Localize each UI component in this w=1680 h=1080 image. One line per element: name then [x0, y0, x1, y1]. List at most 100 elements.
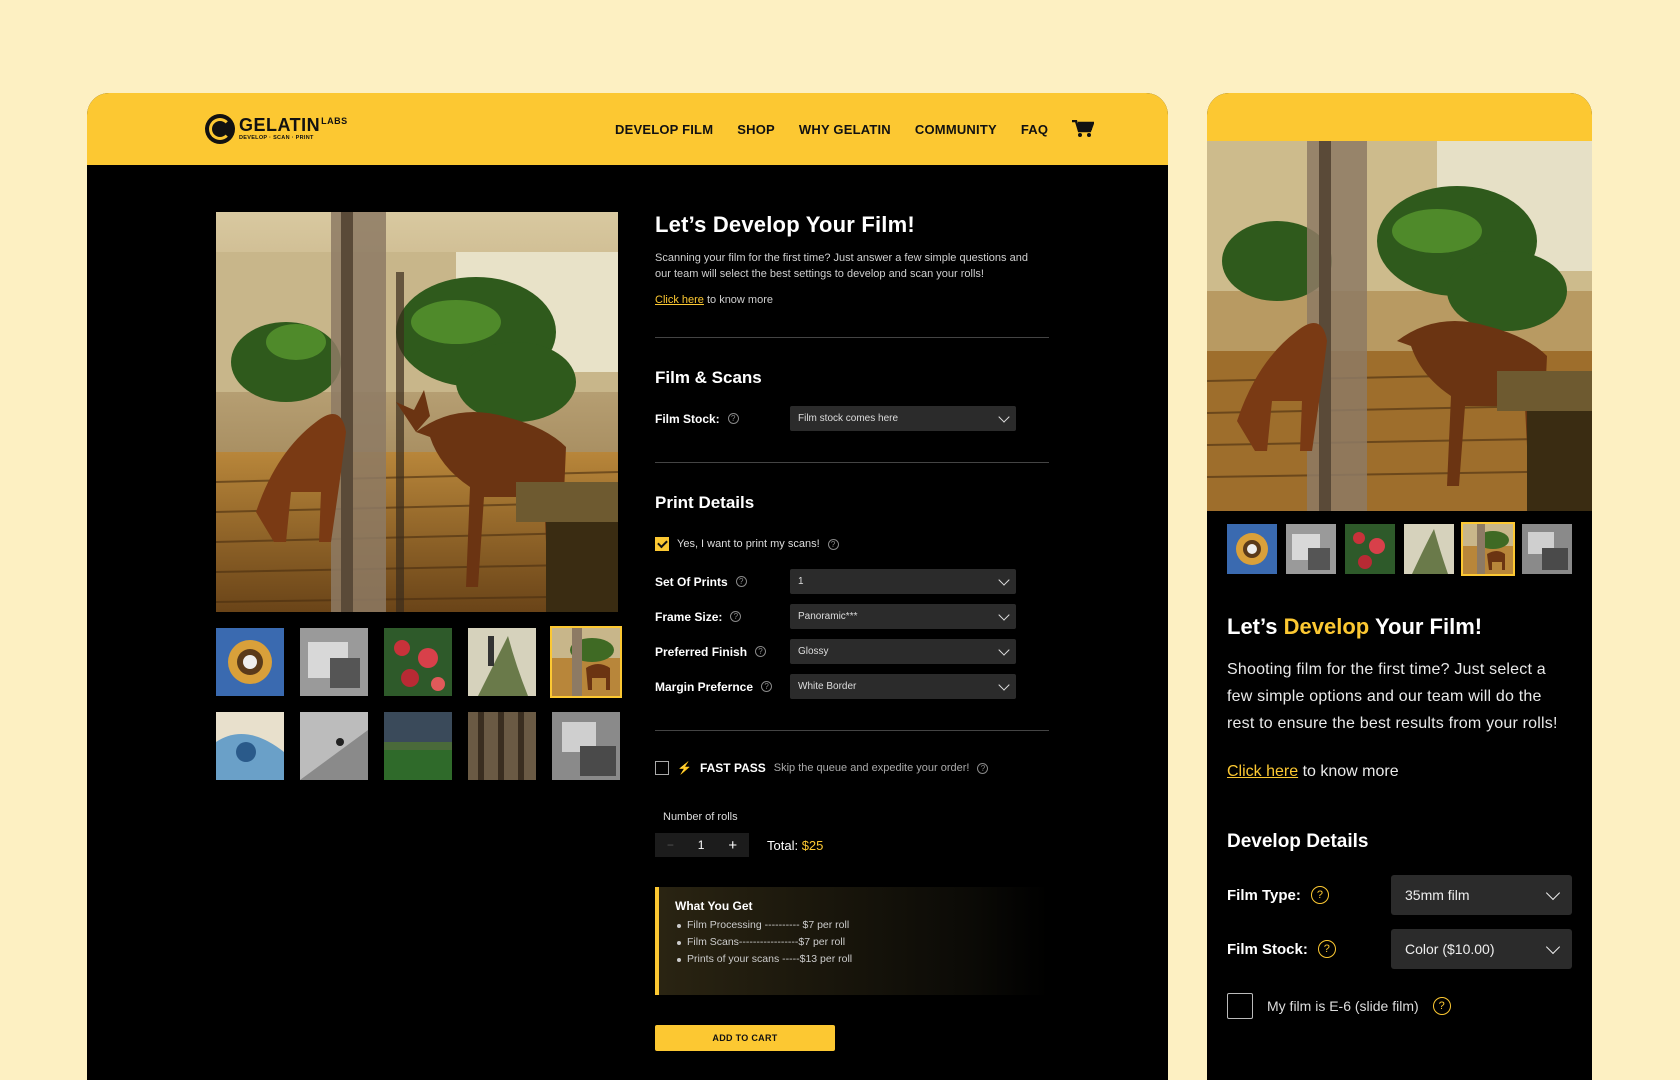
logo-icon: [205, 114, 235, 144]
set-of-prints-label: Set Of Prints: [655, 574, 728, 589]
thumbnail-item[interactable]: [1404, 524, 1454, 574]
page-title: Let’s Develop Your Film!: [655, 212, 915, 237]
decrement-button[interactable]: −: [667, 838, 674, 852]
mobile-page-title: Let’s Develop Your Film!: [1227, 614, 1483, 639]
help-icon[interactable]: ?: [977, 762, 989, 774]
mobile-header: [1207, 93, 1592, 141]
intro-text: Scanning your film for the first time? J…: [655, 252, 1028, 280]
slide-film-checkbox[interactable]: [1227, 993, 1253, 1019]
thumbnail-item[interactable]: [216, 628, 284, 696]
nav-develop-film[interactable]: DEVELOP FILM: [615, 122, 713, 137]
thumbnail-item[interactable]: [552, 712, 620, 780]
divider: [655, 462, 1049, 463]
add-to-cart-button[interactable]: ADD TO CART: [655, 1025, 835, 1051]
divider: [655, 730, 1049, 731]
presentation-canvas: GELATINLABS DEVELOP · SCAN · PRINT DEVEL…: [0, 0, 1680, 1080]
thumbnail-item[interactable]: [1286, 524, 1336, 574]
thumbnail-item[interactable]: [468, 628, 536, 696]
preferred-finish-label: Preferred Finish: [655, 644, 748, 659]
order-total: Total: $25: [767, 837, 824, 853]
slide-film-label: My film is E-6 (slide film): [1267, 998, 1419, 1014]
help-icon[interactable]: ?: [761, 681, 773, 692]
chevron-down-icon: [998, 573, 1010, 586]
main-nav: DEVELOP FILM SHOP WHY GELATIN COMMUNITY …: [615, 93, 1095, 165]
help-icon[interactable]: ?: [1432, 997, 1451, 1015]
help-icon[interactable]: ?: [730, 611, 742, 622]
thumbnail-item-active[interactable]: [1461, 522, 1515, 576]
chevron-down-icon: [998, 643, 1010, 656]
thumbnail-grid: [216, 626, 622, 780]
what-you-get-panel: What You Get Film Processing ---------- …: [655, 887, 1049, 995]
preferred-finish-select[interactable]: Glossy: [790, 639, 1016, 664]
increment-button[interactable]: +: [728, 837, 737, 854]
print-scans-label: Yes, I want to print my scans!: [677, 538, 820, 550]
thumbnail-item[interactable]: [384, 712, 452, 780]
thumbnail-item[interactable]: [216, 712, 284, 780]
brand-tagline: DEVELOP · SCAN · PRINT: [239, 135, 314, 142]
thumbnail-item[interactable]: [384, 628, 452, 696]
film-type-select[interactable]: 35mm film: [1391, 875, 1572, 915]
fast-pass-checkbox[interactable]: [655, 761, 669, 775]
mobile-film-stock-label: Film Stock:: [1227, 940, 1308, 958]
chevron-down-icon: [998, 608, 1010, 621]
list-item: Prints of your scans -----$13 per roll: [675, 953, 1033, 965]
desktop-frame: GELATINLABS DEVELOP · SCAN · PRINT DEVEL…: [87, 93, 1168, 1080]
thumbnail-item[interactable]: [468, 712, 536, 780]
fast-pass-label: FAST PASS: [699, 761, 766, 775]
what-you-get-title: What You Get: [675, 899, 753, 913]
thumbnail-item[interactable]: [1345, 524, 1395, 574]
print-scans-checkbox[interactable]: [655, 537, 669, 551]
mobile-form: Let’s Develop Your Film! Shooting film f…: [1207, 614, 1592, 1019]
film-type-label: Film Type:: [1227, 886, 1301, 904]
chevron-down-icon: [1545, 885, 1561, 901]
help-icon[interactable]: ?: [827, 538, 839, 550]
margin-preference-label: Margin Prefernce: [655, 679, 754, 694]
thumbnail-item-active[interactable]: [550, 626, 622, 698]
mobile-film-stock-select[interactable]: Color ($10.00): [1391, 929, 1572, 969]
mobile-frame: Let’s Develop Your Film! Shooting film f…: [1207, 93, 1592, 1080]
total-amount: $25: [801, 837, 824, 853]
help-icon[interactable]: ?: [1310, 886, 1329, 904]
quantity-stepper: − 1 +: [655, 833, 749, 857]
number-of-rolls-label: Number of rolls: [663, 811, 738, 823]
product-main-photo: [216, 212, 618, 612]
help-icon[interactable]: ?: [735, 576, 747, 587]
mobile-thumbnail-strip: [1207, 511, 1592, 576]
film-scans-heading: Film & Scans: [655, 368, 762, 387]
chevron-down-icon: [998, 678, 1010, 691]
nav-community[interactable]: COMMUNITY: [915, 122, 997, 137]
brand-logo[interactable]: GELATINLABS DEVELOP · SCAN · PRINT: [205, 114, 348, 144]
set-of-prints-select[interactable]: 1: [790, 569, 1016, 594]
film-stock-select[interactable]: Film stock comes here: [790, 406, 1016, 431]
print-options: Set Of Prints? 1 Frame Size:? Panoramic*…: [655, 569, 1049, 699]
brand-suffix: LABS: [321, 116, 348, 127]
frame-size-label: Frame Size:: [655, 609, 723, 624]
nav-shop[interactable]: SHOP: [737, 122, 775, 137]
nav-why-gelatin[interactable]: WHY GELATIN: [799, 122, 891, 137]
mobile-click-here-link[interactable]: Click here: [1227, 763, 1298, 780]
nav-faq[interactable]: FAQ: [1021, 122, 1048, 137]
develop-details-heading: Develop Details: [1227, 831, 1369, 852]
help-icon[interactable]: ?: [755, 646, 767, 657]
margin-preference-select[interactable]: White Border: [790, 674, 1016, 699]
thumbnail-item[interactable]: [1522, 524, 1572, 574]
site-header: GELATINLABS DEVELOP · SCAN · PRINT DEVEL…: [87, 93, 1168, 165]
thumbnail-item[interactable]: [1227, 524, 1277, 574]
frame-size-select[interactable]: Panoramic***: [790, 604, 1016, 629]
fast-pass-row: ⚡ FAST PASS Skip the queue and expedite …: [655, 761, 1049, 775]
cart-icon[interactable]: [1072, 120, 1095, 138]
print-details-heading: Print Details: [655, 493, 755, 512]
film-stock-label: Film Stock:: [655, 411, 720, 426]
thumbnail-item[interactable]: [300, 712, 368, 780]
divider: [655, 337, 1049, 338]
know-more-text: to know more: [703, 294, 773, 306]
help-icon[interactable]: ?: [727, 413, 739, 424]
mobile-main-photo: [1207, 141, 1592, 511]
chevron-down-icon: [998, 410, 1010, 423]
list-item: Film Scans-----------------$7 per roll: [675, 936, 1033, 948]
thumbnail-item[interactable]: [300, 628, 368, 696]
quantity-value[interactable]: 1: [698, 838, 705, 852]
help-icon[interactable]: ?: [1317, 940, 1336, 958]
chevron-down-icon: [1545, 939, 1561, 955]
click-here-link[interactable]: Click here: [655, 294, 704, 306]
